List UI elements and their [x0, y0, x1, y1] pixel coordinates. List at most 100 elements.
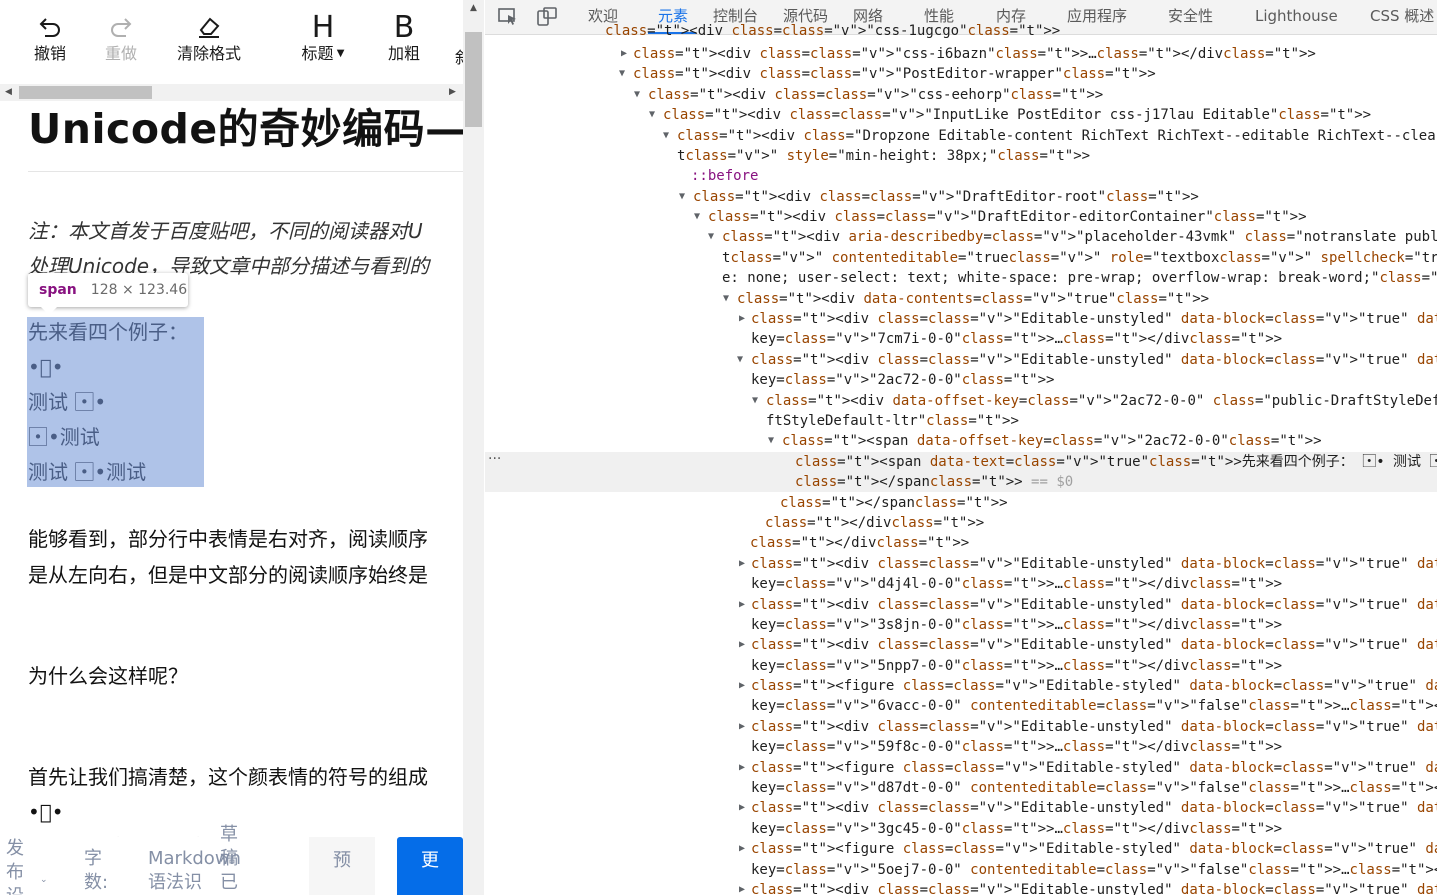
- dom-node-line[interactable]: ▶ class="t"><figure class=class="v">"Edit…: [485, 758, 1437, 778]
- dom-node-line[interactable]: ▼ class="t"><div data-offset-key=class="v…: [485, 391, 1437, 411]
- caret-down-icon: ▼: [333, 48, 345, 59]
- collapse-triangle-icon[interactable]: ▼: [768, 431, 774, 451]
- tooltip-tag: span: [39, 282, 77, 298]
- dom-node-line[interactable]: key=class="v">"3s8jn-0-0"class="t">>…cla…: [485, 615, 1437, 635]
- dom-node-line[interactable]: ftStyleDefault-ltr"class="t">>: [485, 411, 1437, 431]
- undo-button[interactable]: 撤销: [30, 10, 70, 64]
- example-line-5[interactable]: 测试 •⃞•测试: [28, 455, 146, 490]
- dom-node-line[interactable]: ▶ class="t"><div class=class="v">"Editabl…: [485, 309, 1437, 329]
- dom-node-line[interactable]: ▶ class="t"><div class=class="v">"Editabl…: [485, 635, 1437, 655]
- dom-node-line[interactable]: ▼ class="t"><div class=class="v">"InputLi…: [485, 105, 1437, 125]
- dom-node-line[interactable]: ▶ class="t"><div class=class="v">"Editabl…: [485, 717, 1437, 737]
- expand-triangle-icon[interactable]: ▶: [739, 758, 745, 778]
- expand-triangle-icon[interactable]: ▶: [739, 595, 745, 615]
- scroll-up-arrow-icon[interactable]: ▲: [463, 0, 484, 16]
- dom-node-line[interactable]: class="t"></spanclass="t">> == $0: [485, 472, 1437, 492]
- dom-node-line[interactable]: ▶ class="t"><div class=class="v">"Editabl…: [485, 880, 1437, 895]
- dom-node-line[interactable]: key=class="v">"6vacc-0-0" contenteditabl…: [485, 696, 1437, 716]
- collapse-triangle-icon[interactable]: ▼: [649, 105, 655, 125]
- collapse-triangle-icon[interactable]: ▼: [663, 126, 669, 146]
- dom-node-line[interactable]: ▼ class="t"><div class=class="v">"DraftEd…: [485, 187, 1437, 207]
- dom-node-line[interactable]: ▼ class="t"><div class=class="v">"Editabl…: [485, 350, 1437, 370]
- example-line-3[interactable]: 测试 •⃞•: [28, 385, 106, 420]
- scroll-left-arrow-icon[interactable]: ◀: [0, 84, 17, 101]
- dom-node-line[interactable]: class="t"></spanclass="t">>: [485, 493, 1437, 513]
- example-line-1[interactable]: 先来看四个例子：: [28, 315, 188, 350]
- dom-node-line[interactable]: ▼ class="t"><div class=class="v">"css-eeh…: [485, 85, 1437, 105]
- dom-node-line[interactable]: key=class="v">"d87dt-0-0" contenteditabl…: [485, 778, 1437, 798]
- publish-button[interactable]: 更: [397, 837, 463, 895]
- dom-node-line[interactable]: ▶ class="t"><figure class=class="v">"Edit…: [485, 676, 1437, 696]
- paragraph-3-line-2[interactable]: •⃞•: [28, 795, 64, 830]
- note-line-1[interactable]: 注：本文首发于百度贴吧，不同的阅读器对U: [28, 214, 423, 249]
- collapse-triangle-icon[interactable]: ▼: [723, 289, 729, 309]
- collapse-triangle-icon[interactable]: ▼: [752, 391, 758, 411]
- editor-vertical-scrollbar[interactable]: [463, 0, 484, 895]
- expand-triangle-icon[interactable]: ▶: [739, 635, 745, 655]
- dom-node-text: tclass="v">" style="min-height: 38px;"cl…: [677, 148, 1091, 164]
- dom-node-line[interactable]: key=class="v">"5npp7-0-0"class="t">>…cla…: [485, 656, 1437, 676]
- collapse-triangle-icon[interactable]: ▼: [619, 64, 625, 84]
- collapse-triangle-icon[interactable]: ▼: [737, 350, 743, 370]
- expand-triangle-icon[interactable]: ▶: [739, 554, 745, 574]
- dom-node-line[interactable]: ▼ class="t"><div class=class="v">"PostEdi…: [485, 64, 1437, 84]
- dom-node-line[interactable]: class="t"></divclass="t">>: [485, 513, 1437, 533]
- chevron-down-icon: ⌄: [40, 875, 48, 885]
- dom-node-line[interactable]: ▼ class="t"><div class="Dropzone Editable…: [485, 126, 1437, 146]
- preview-button[interactable]: 预: [309, 837, 375, 895]
- overflow-toolbar-item[interactable]: 斜: [455, 44, 463, 66]
- dom-node-line[interactable]: key=class="v">"2ac72-0-0"class="t">>: [485, 370, 1437, 390]
- dom-node-line[interactable]: class="t"><div class=class="v">"css-1ugc…: [485, 21, 1437, 41]
- dom-node-line[interactable]: tclass="v">" contenteditable="trueclass=…: [485, 248, 1437, 268]
- expand-triangle-icon[interactable]: ▶: [739, 798, 745, 818]
- collapse-triangle-icon[interactable]: ▼: [679, 187, 685, 207]
- dom-node-line[interactable]: ::before: [485, 166, 1437, 186]
- paragraph-2[interactable]: 为什么会这样呢？: [28, 659, 188, 694]
- dom-node-line[interactable]: e: none; user-select: text; white-space:…: [485, 268, 1437, 288]
- dom-node-line[interactable]: ▶ class="t"><div class=class="v">"Editabl…: [485, 798, 1437, 818]
- dom-node-line[interactable]: class="t"><span data-text=class="v">"tru…: [485, 452, 1437, 472]
- expand-triangle-icon[interactable]: ▶: [739, 676, 745, 696]
- dom-node-line[interactable]: key=class="v">"3gc45-0-0"class="t">>…cla…: [485, 819, 1437, 839]
- article-title[interactable]: Unicode的奇妙编码—: [28, 95, 463, 155]
- dom-node-text: tclass="v">" contenteditable="trueclass=…: [722, 250, 1437, 266]
- example-line-2[interactable]: •⃞•: [28, 350, 64, 385]
- bold-button[interactable]: B 加粗: [384, 10, 424, 64]
- dom-node-line[interactable]: tclass="v">" style="min-height: 38px;"cl…: [485, 146, 1437, 166]
- dom-node-line[interactable]: key=class="v">"7cm7i-0-0"class="t">>…cla…: [485, 329, 1437, 349]
- expand-triangle-icon[interactable]: ▶: [739, 717, 745, 737]
- collapse-triangle-icon[interactable]: ▼: [708, 227, 714, 247]
- expand-triangle-icon[interactable]: ▶: [739, 839, 745, 859]
- redo-button[interactable]: 重做: [101, 10, 141, 64]
- dom-node-line[interactable]: class="t"></divclass="t">>: [485, 533, 1437, 553]
- expand-triangle-icon[interactable]: ▶: [621, 44, 627, 64]
- collapse-triangle-icon[interactable]: ▼: [634, 85, 640, 105]
- collapse-triangle-icon[interactable]: ▼: [694, 207, 700, 227]
- publish-settings-button[interactable]: 发布设: [6, 837, 30, 895]
- dom-node-line[interactable]: key=class="v">"d4j4l-0-0"class="t">>…cla…: [485, 574, 1437, 594]
- expand-triangle-icon[interactable]: ▶: [739, 309, 745, 329]
- paragraph-1-line-1[interactable]: 能够看到，部分行中表情是右对齐，阅读顺序: [28, 522, 428, 557]
- dom-node-line[interactable]: ▶ class="t"><div class=class="v">"Editabl…: [485, 554, 1437, 574]
- heading-button[interactable]: H 标题 ▼: [296, 10, 350, 64]
- dom-node-text: class="t"><div class=class="v">"Editable…: [751, 637, 1437, 653]
- dom-node-text: class="t"><div class=class="v">"PostEdit…: [633, 66, 1156, 82]
- dom-node-line[interactable]: key=class="v">"5oej7-0-0" contenteditabl…: [485, 860, 1437, 880]
- dom-node-text: class="t"><div class=class="v">"Editable…: [751, 597, 1437, 613]
- dom-node-line[interactable]: ▼ class="t"><div class=class="v">"DraftEd…: [485, 207, 1437, 227]
- dom-node-line[interactable]: ▼ class="t"><div data-contents=class="v">…: [485, 289, 1437, 309]
- dom-node-line[interactable]: ▶ class="t"><div class=class="v">"css-i6b…: [485, 44, 1437, 64]
- editor-vertical-scroll-thumb[interactable]: [465, 32, 482, 127]
- dom-node-line[interactable]: ▼ class="t"><div aria-describedby=class="…: [485, 227, 1437, 247]
- node-actions-ellipsis-icon[interactable]: ···: [488, 451, 501, 467]
- dom-node-line[interactable]: ▶ class="t"><div class=class="v">"Editabl…: [485, 595, 1437, 615]
- dom-node-line[interactable]: key=class="v">"59f8c-0-0"class="t">>…cla…: [485, 737, 1437, 757]
- dom-node-line[interactable]: ▼ class="t"><span data-offset-key=class="…: [485, 431, 1437, 451]
- dom-node-line[interactable]: ▶ class="t"><figure class=class="v">"Edit…: [485, 839, 1437, 859]
- tooltip-arrow: [40, 306, 58, 315]
- example-line-4[interactable]: •⃞•测试: [28, 420, 100, 455]
- clear-format-button[interactable]: 清除格式: [175, 10, 243, 64]
- expand-triangle-icon[interactable]: ▶: [739, 880, 745, 895]
- paragraph-3-line-1[interactable]: 首先让我们搞清楚，这个颜表情的符号的组成: [28, 760, 428, 795]
- paragraph-1-line-2[interactable]: 是从左向右，但是中文部分的阅读顺序始终是: [28, 558, 428, 593]
